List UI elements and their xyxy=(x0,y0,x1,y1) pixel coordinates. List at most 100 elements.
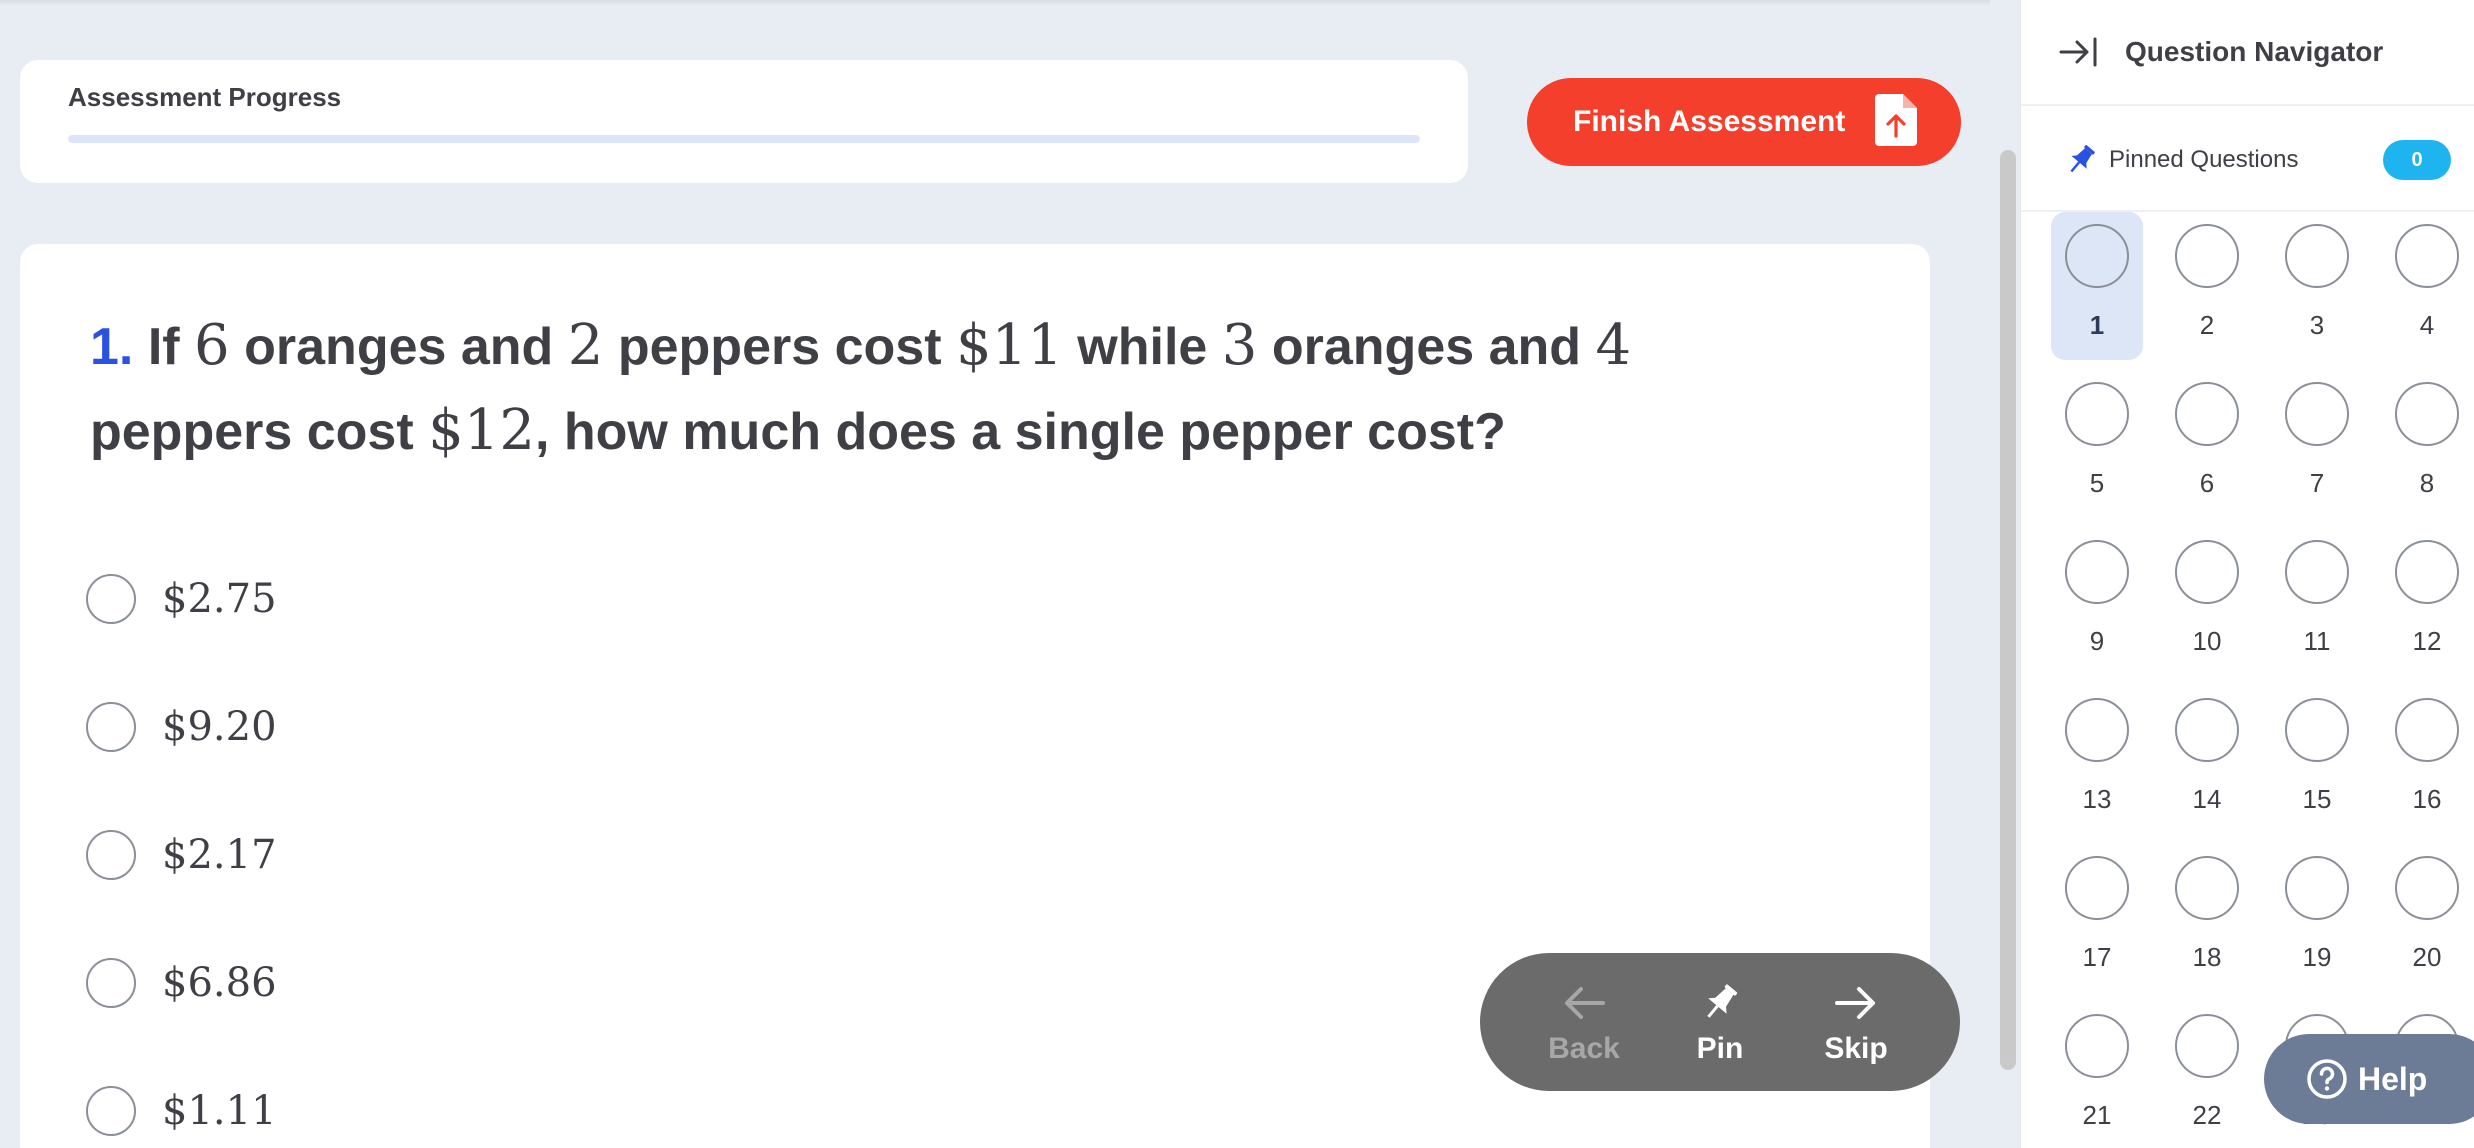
question-nav-number: 11 xyxy=(2303,626,2331,656)
question-nav-item[interactable]: 20 xyxy=(2381,844,2473,992)
answer-option-label: $2.17 xyxy=(162,832,277,878)
finish-assessment-label: Finish Assessment xyxy=(1573,105,1846,138)
radio-button[interactable] xyxy=(86,702,136,752)
question-text-segment: oranges and xyxy=(229,318,568,376)
answer-option-label: $6.86 xyxy=(162,960,277,1006)
question-nav-item[interactable]: 8 xyxy=(2381,370,2473,518)
radio-button[interactable] xyxy=(86,830,136,880)
question-nav-number: 3 xyxy=(2309,310,2325,340)
top-shade xyxy=(0,0,2020,6)
question-nav-item[interactable]: 6 xyxy=(2161,370,2253,518)
question-status-circle xyxy=(2175,382,2239,446)
question-text: 1. If 6 oranges and 2 peppers cost $11 w… xyxy=(90,304,1730,474)
question-nav-item[interactable]: 11 xyxy=(2271,528,2363,676)
question-nav-item[interactable]: 2 xyxy=(2161,212,2253,360)
question-math: $11 xyxy=(955,313,1063,378)
file-upload-icon xyxy=(1875,94,1917,146)
question-status-circle xyxy=(2285,540,2349,604)
question-nav-number: 20 xyxy=(2412,942,2442,972)
question-nav-item[interactable]: 22 xyxy=(2161,1002,2253,1148)
question-status-circle xyxy=(2065,382,2129,446)
pinned-questions-row[interactable]: Pinned Questions 0 xyxy=(2021,108,2474,212)
question-nav-number: 5 xyxy=(2089,468,2105,498)
question-status-circle xyxy=(2065,856,2129,920)
answer-option[interactable]: $2.17 xyxy=(86,825,277,885)
skip-button[interactable]: Skip xyxy=(1801,978,1911,1066)
question-text-segment: If xyxy=(147,318,195,376)
question-nav-number: 7 xyxy=(2309,468,2325,498)
question-status-circle xyxy=(2285,382,2349,446)
answer-option-label: $9.20 xyxy=(162,704,277,750)
navigator-title: Question Navigator xyxy=(2125,36,2384,67)
question-status-circle xyxy=(2285,224,2349,288)
question-nav-item[interactable]: 16 xyxy=(2381,686,2473,834)
question-nav-item[interactable]: 13 xyxy=(2051,686,2143,834)
question-nav-item[interactable]: 19 xyxy=(2271,844,2363,992)
question-text-segment: while xyxy=(1062,318,1222,376)
question-status-circle xyxy=(2065,540,2129,604)
question-status-circle xyxy=(2175,698,2239,762)
question-nav-number: 6 xyxy=(2199,468,2215,498)
question-nav-item[interactable]: 15 xyxy=(2271,686,2363,834)
question-nav-number: 8 xyxy=(2419,468,2435,498)
question-math: 4 xyxy=(1595,313,1632,378)
question-nav-number: 13 xyxy=(2082,784,2112,814)
question-nav-item[interactable]: 14 xyxy=(2161,686,2253,834)
question-status-circle xyxy=(2175,1014,2239,1078)
finish-assessment-button[interactable]: Finish Assessment xyxy=(1527,78,1961,166)
question-math: 2 xyxy=(567,313,604,378)
question-nav-item[interactable]: 3 xyxy=(2271,212,2363,360)
arrow-right-icon xyxy=(1835,987,1875,1019)
question-nav-number: 21 xyxy=(2082,1100,2112,1130)
question-status-circle xyxy=(2395,224,2459,288)
question-number: 1. xyxy=(90,318,134,376)
question-nav-number: 17 xyxy=(2082,942,2112,972)
question-status-circle xyxy=(2175,224,2239,288)
radio-button[interactable] xyxy=(86,574,136,624)
question-nav-item[interactable]: 1 xyxy=(2051,212,2143,360)
question-status-circle xyxy=(2395,382,2459,446)
answer-option[interactable]: $2.75 xyxy=(86,569,277,629)
question-nav-item[interactable]: 10 xyxy=(2161,528,2253,676)
question-navigator-panel: Question Navigator Pinned Questions 0 12… xyxy=(2020,0,2474,1148)
help-label: Help xyxy=(2358,1060,2428,1097)
question-nav-item[interactable]: 7 xyxy=(2271,370,2363,518)
back-button[interactable]: Back xyxy=(1529,978,1639,1066)
progress-title: Assessment Progress xyxy=(68,82,342,112)
arrow-left-icon xyxy=(1565,987,1605,1019)
main-scrollbar-thumb[interactable] xyxy=(2000,150,2016,1070)
pin-button[interactable]: Pin xyxy=(1665,978,1775,1066)
radio-button[interactable] xyxy=(86,1086,136,1136)
question-circle-icon xyxy=(2307,1059,2347,1099)
question-text-segment: peppers cost xyxy=(603,318,956,376)
radio-button[interactable] xyxy=(86,958,136,1008)
question-status-circle xyxy=(2395,540,2459,604)
skip-label: Skip xyxy=(1824,1032,1888,1065)
help-button[interactable]: Help xyxy=(2264,1034,2474,1124)
pin-icon xyxy=(1707,984,1738,1018)
question-nav-item[interactable]: 17 xyxy=(2051,844,2143,992)
question-nav-item[interactable]: 12 xyxy=(2381,528,2473,676)
question-nav-item[interactable]: 18 xyxy=(2161,844,2253,992)
collapse-right-icon[interactable] xyxy=(2059,36,2099,68)
answer-option[interactable]: $9.20 xyxy=(86,697,277,757)
question-nav-number: 22 xyxy=(2192,1100,2222,1130)
question-nav-number: 18 xyxy=(2192,942,2222,972)
question-status-circle xyxy=(2065,698,2129,762)
assessment-progress-card: Assessment Progress xyxy=(20,60,1468,183)
question-nav-item[interactable]: 5 xyxy=(2051,370,2143,518)
question-action-bar: Back Pin Skip xyxy=(1480,953,1960,1091)
question-nav-number: 9 xyxy=(2089,626,2105,656)
question-math: $12 xyxy=(428,398,535,463)
question-nav-number: 19 xyxy=(2302,942,2332,972)
question-nav-number: 16 xyxy=(2412,784,2442,814)
question-nav-item[interactable]: 4 xyxy=(2381,212,2473,360)
answer-option[interactable]: $1.11 xyxy=(86,1081,277,1141)
question-nav-item[interactable]: 21 xyxy=(2051,1002,2143,1148)
pin-label: Pin xyxy=(1696,1032,1744,1065)
question-nav-item[interactable]: 9 xyxy=(2051,528,2143,676)
answer-option-label: $2.75 xyxy=(162,576,277,622)
question-status-circle xyxy=(2065,1014,2129,1078)
answer-option[interactable]: $6.86 xyxy=(86,953,277,1013)
question-nav-number: 1 xyxy=(2089,310,2105,340)
